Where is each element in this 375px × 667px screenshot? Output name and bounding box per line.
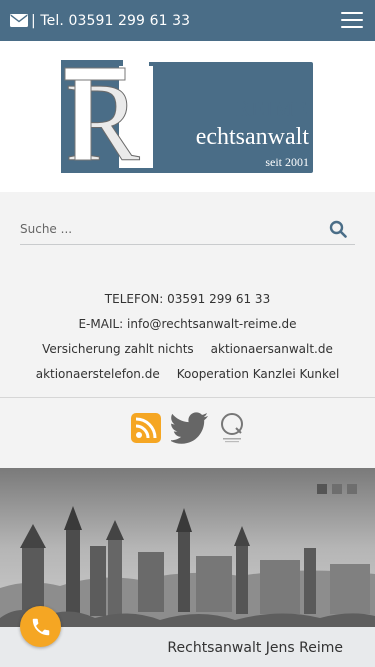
sidebar-widgets: TELEFON: 03591 299 61 33 E-MAIL: info@re… [0,192,375,468]
phone-number-text[interactable]: | Tel. 03591 299 61 33 [31,13,190,29]
search-input[interactable] [20,215,310,243]
logo-line-rechtsanwalt: echtsanwalt [196,124,310,150]
slide-dot-1[interactable] [317,484,327,494]
hero-slider[interactable]: Rechtsanwalt Jens Reime [0,468,375,667]
links-row-1: Versicherung zahlt nichts aktionaersanwa… [0,337,375,362]
call-button[interactable] [20,606,61,647]
logo-area: R REIME echtsanwalt seit 2001 [0,41,375,192]
logo-line-since: seit 2001 [265,155,309,169]
link-aktionaerstelefon[interactable]: aktionaerstelefon.de [36,362,160,387]
slide-dot-2[interactable] [332,484,342,494]
link-versicherung[interactable]: Versicherung zahlt nichts [42,337,194,362]
telefon-text[interactable]: TELEFON: 03591 299 61 33 [0,287,375,312]
twitter-icon[interactable] [170,412,209,444]
q-badge-icon[interactable] [219,412,245,444]
slide-caption: Rechtsanwalt Jens Reime [167,640,343,656]
phone-icon [32,618,49,635]
slide-dot-3[interactable] [347,484,357,494]
top-bar: | Tel. 03591 299 61 33 [0,0,375,41]
social-icons [0,412,375,444]
contact-block: TELEFON: 03591 299 61 33 E-MAIL: info@re… [0,287,375,387]
rss-icon[interactable] [130,413,161,443]
hamburger-menu-icon[interactable] [341,12,363,28]
link-aktionaersanwalt[interactable]: aktionaersanwalt.de [211,337,333,362]
links-row-2: aktionaerstelefon.de Kooperation Kanzlei… [0,362,375,387]
slider-pagination [317,484,357,494]
search-icon[interactable] [329,220,347,238]
divider [0,397,375,398]
site-logo[interactable]: R REIME echtsanwalt seit 2001 [61,60,313,173]
search-form [20,215,355,245]
envelope-icon[interactable] [10,14,28,27]
logo-line-reime: REIME [236,96,309,121]
email-text[interactable]: E-MAIL: info@rechtsanwalt-reime.de [0,312,375,337]
link-kooperation[interactable]: Kooperation Kanzlei Kunkel [177,362,340,387]
